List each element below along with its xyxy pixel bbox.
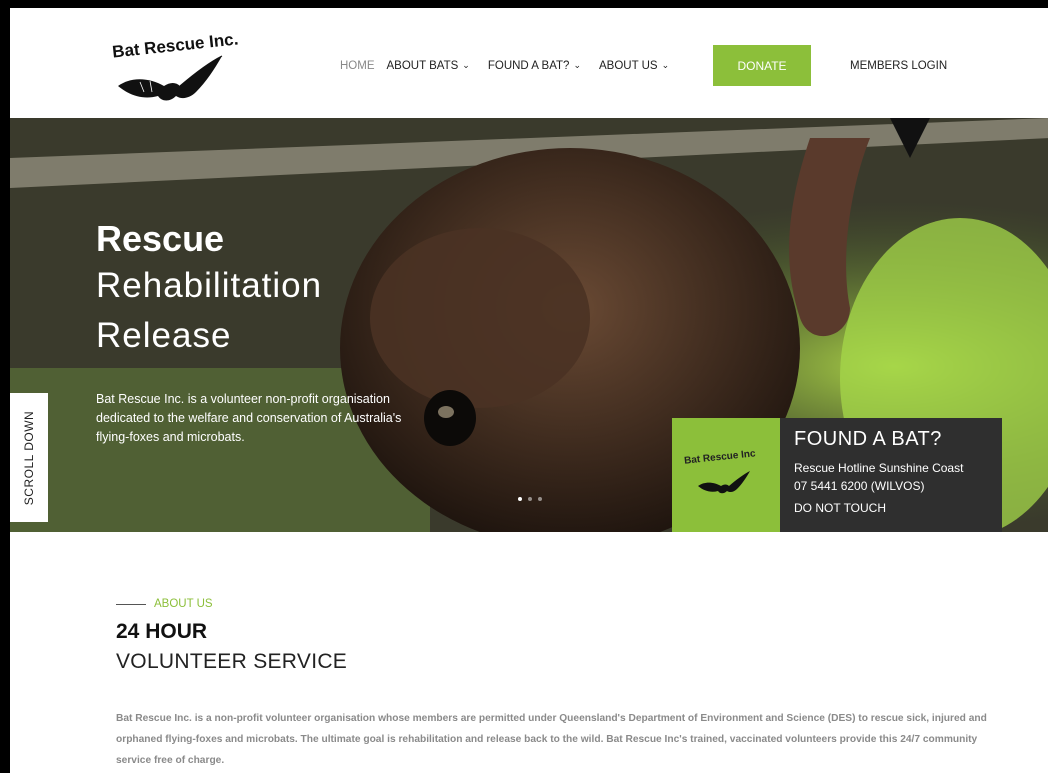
slider-dot[interactable] — [538, 497, 542, 501]
divider — [116, 603, 146, 605]
about-heading-light: VOLUNTEER SERVICE — [116, 650, 348, 673]
nav-about-us[interactable]: ABOUT US ⌄ — [598, 59, 670, 73]
about-section-label: ABOUT US — [116, 598, 213, 610]
found-box-warning: DO NOT TOUCH — [794, 501, 887, 515]
scroll-down-button[interactable]: SCROLL DOWN — [10, 393, 48, 522]
hero-subtitle-2: Release — [96, 316, 232, 355]
scroll-down-label: SCROLL DOWN — [22, 410, 36, 505]
chevron-down-icon: ⌄ — [462, 59, 470, 70]
members-login-link[interactable]: MEMBERS LOGIN — [850, 60, 947, 72]
about-heading-bold: 24 HOUR — [116, 620, 208, 643]
about-body-text: Bat Rescue Inc. is a non-profit voluntee… — [116, 713, 987, 766]
nav-home-label: HOME — [340, 60, 375, 72]
nav-found-a-bat-label: FOUND A BAT? — [487, 60, 570, 72]
hero-title: Rescue — [96, 218, 225, 259]
page-frame: Bat Rescue Inc. HOME ABOUT BATS ⌄ FOUND … — [10, 8, 1048, 773]
found-box-logo-text: Bat Rescue Inc — [683, 448, 757, 467]
found-box-logo: Bat Rescue Inc — [672, 418, 780, 532]
site-logo[interactable]: Bat Rescue Inc. — [108, 26, 258, 108]
about-label-text: ABOUT US — [154, 598, 213, 610]
slider-dot[interactable] — [518, 497, 522, 501]
nav-about-us-label: ABOUT US — [598, 60, 658, 72]
bat-logo-icon — [698, 471, 750, 494]
nav-home[interactable]: HOME — [340, 60, 375, 72]
nav-about-bats[interactable]: ABOUT BATS ⌄ — [386, 59, 470, 73]
hero-description: Bat Rescue Inc. is a volunteer non-profi… — [96, 392, 402, 444]
chevron-down-icon: ⌄ — [573, 59, 581, 70]
hero-banner: Rescue Rehabilitation Release Bat Rescue… — [10, 118, 1048, 532]
bat-logo-icon — [118, 55, 223, 101]
slider-dot[interactable] — [528, 497, 532, 501]
found-a-bat-box[interactable]: Bat Rescue Inc FOUND A BAT? Rescue Hotli… — [672, 418, 1002, 532]
slider-dots — [518, 497, 542, 501]
chevron-down-icon: ⌄ — [661, 59, 670, 70]
found-box-title: FOUND A BAT? — [794, 428, 942, 450]
hero-subtitle-1: Rehabilitation — [96, 266, 323, 305]
found-box-info: FOUND A BAT? Rescue Hotline Sunshine Coa… — [780, 418, 1002, 532]
nav-found-a-bat[interactable]: FOUND A BAT? ⌄ — [487, 59, 581, 73]
main-nav: HOME ABOUT BATS ⌄ FOUND A BAT? ⌄ ABOUT U… — [340, 59, 687, 73]
nav-about-bats-label: ABOUT BATS — [386, 60, 459, 72]
found-box-phone[interactable]: 07 5441 6200 (WILVOS) — [794, 477, 988, 495]
found-box-hotline: Rescue Hotline Sunshine Coast — [794, 461, 964, 475]
donate-button[interactable]: DONATE — [713, 45, 811, 86]
site-header: Bat Rescue Inc. HOME ABOUT BATS ⌄ FOUND … — [10, 8, 1048, 118]
